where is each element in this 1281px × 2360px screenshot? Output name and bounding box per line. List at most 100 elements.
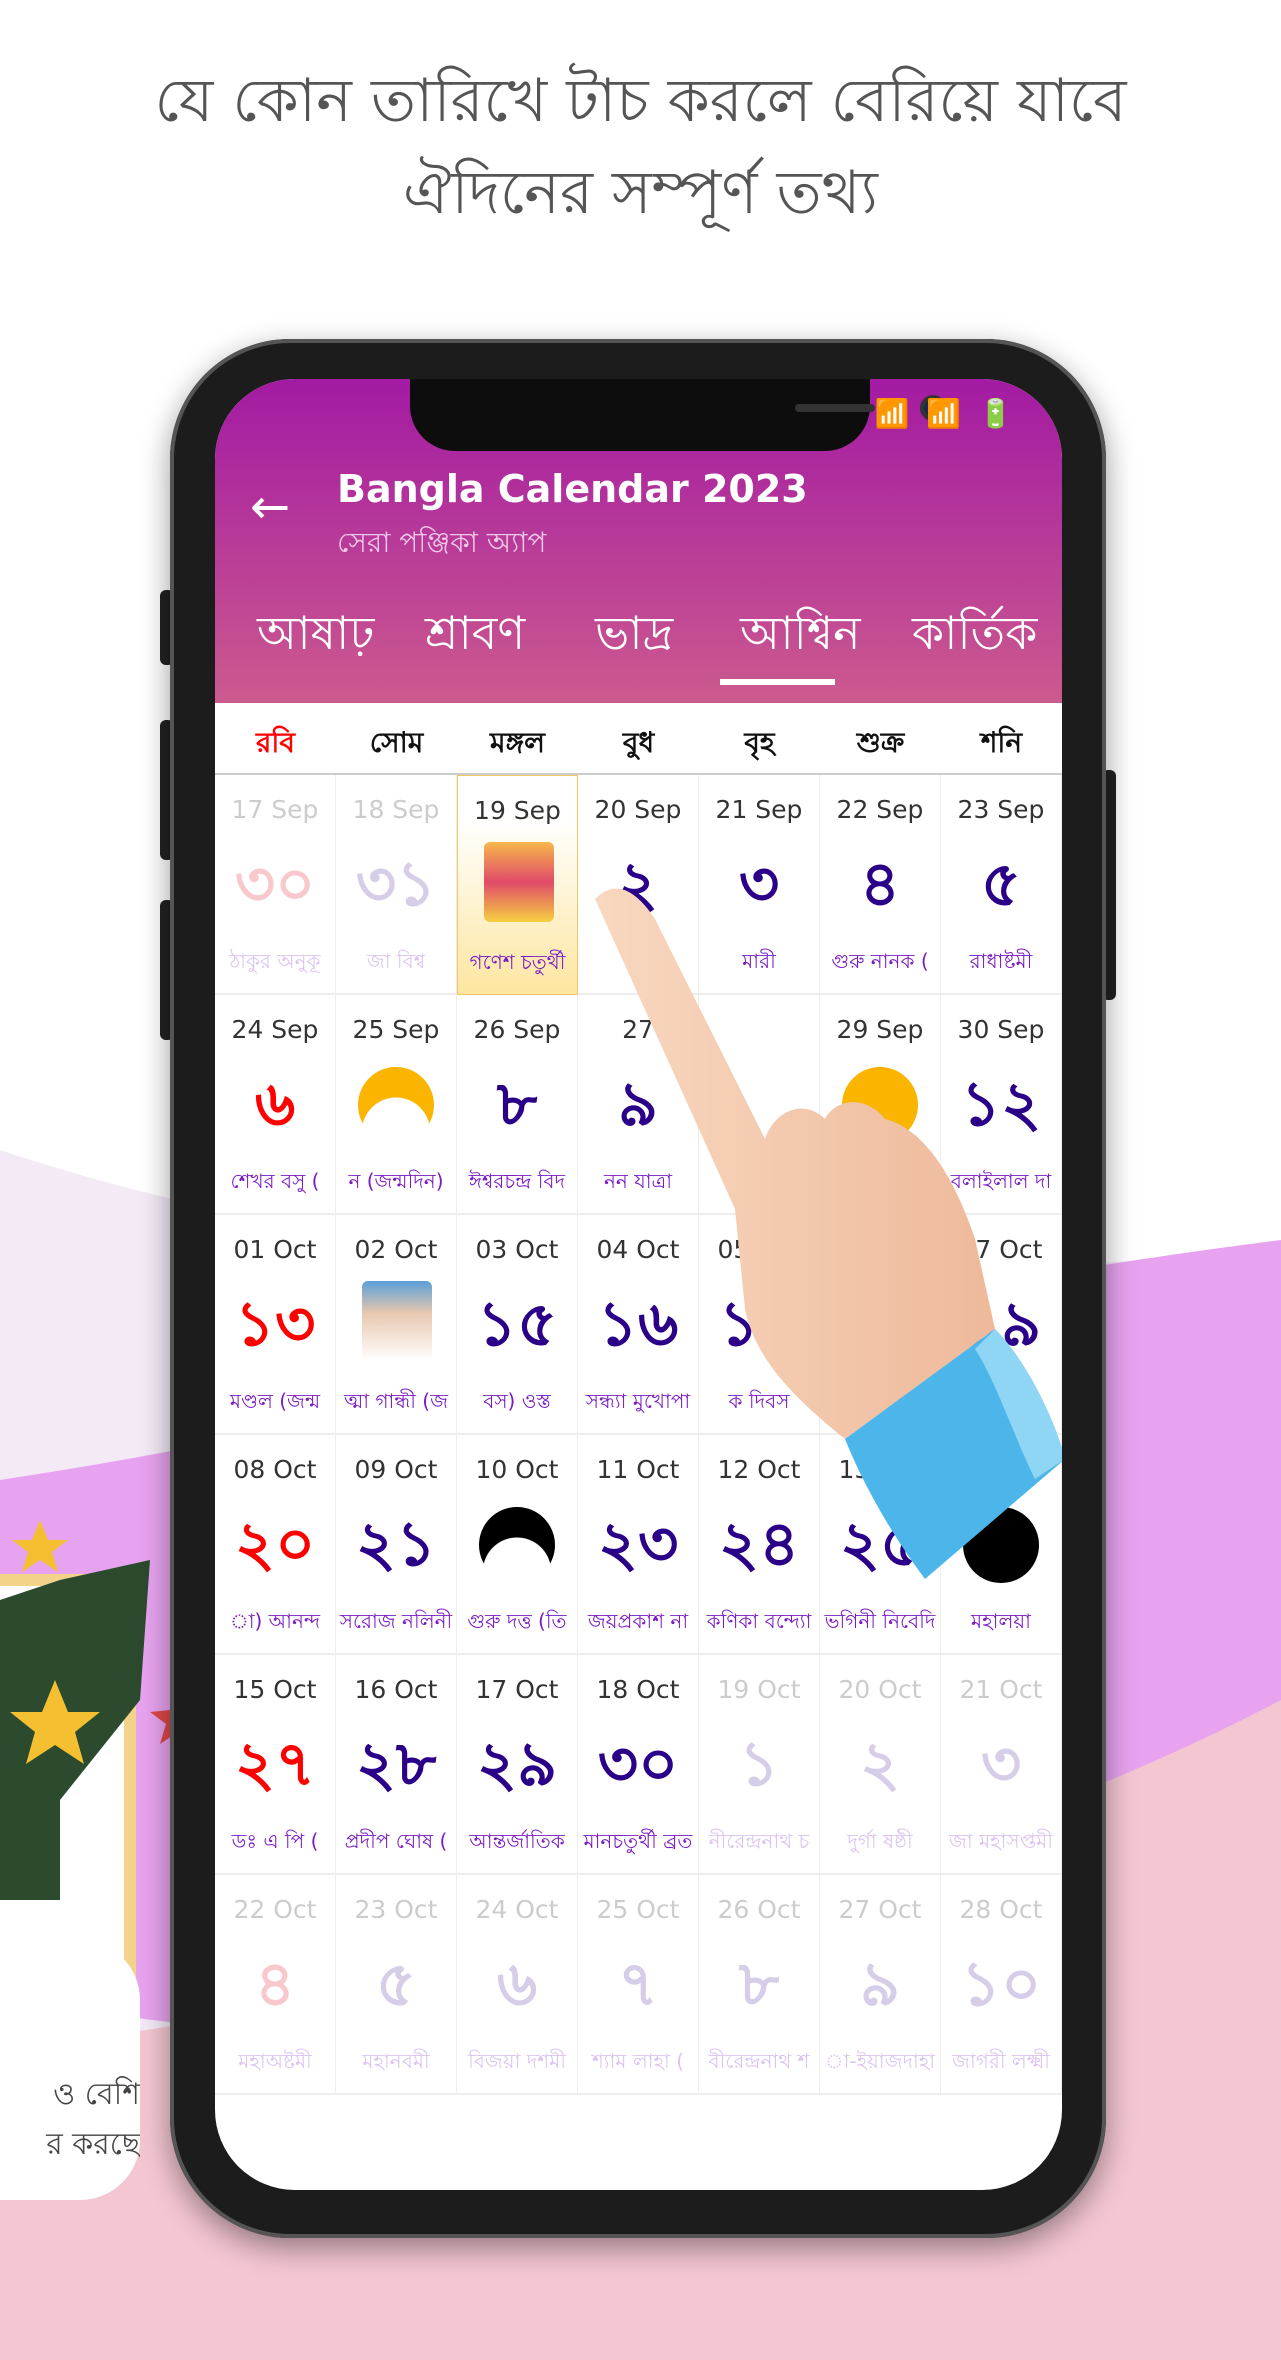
promo-headline: যে কোন তারিখে টাচ করলে বেরিয়ে যাবে ঐদিন… [0, 55, 1281, 239]
calendar-day-cell[interactable]: 23 Oct ৫ মহানবমী [336, 1875, 457, 2095]
gregorian-date: 18 Oct [596, 1675, 680, 1704]
calendar-day-cell[interactable]: 26 Sep ৮ ঈশ্বরচন্দ্র বিদ [457, 995, 578, 1215]
bengali-date: ৩০ [597, 1727, 679, 1800]
bengali-date: ৮ [738, 1947, 780, 2020]
calendar-day-cell[interactable]: 28 Oct ১০ জাগরী লক্ষ্মী [941, 1875, 1062, 2095]
calendar-day-cell[interactable]: 17 Sep ৩০ ঠাকুর অনুকূ [215, 775, 336, 995]
gregorian-date: 29 Sep [836, 1015, 924, 1044]
gregorian-date: 19 Oct [717, 1675, 801, 1704]
tab-ashwin[interactable]: আশ্বিন [740, 599, 861, 675]
calendar-day-cell[interactable]: 11 Oct ২৩ জয়প্রকাশ না [578, 1435, 699, 1655]
tab-kartik[interactable]: কার্তিক [912, 599, 1037, 675]
event-text: বস) ওস্ত [483, 1389, 551, 1413]
gregorian-date: 05 Oct [717, 1235, 801, 1264]
gregorian-date: 19 Sep [474, 796, 561, 825]
promo-card: ও বেশি র করছে [0, 1940, 140, 2200]
bengali-date: ১০ [960, 1947, 1042, 2020]
calendar-day-cell[interactable]: 24 Oct ৬ বিজয়া দশমী [457, 1875, 578, 2095]
gregorian-date: 07 Oct [959, 1235, 1043, 1264]
calendar-day-cell[interactable]: 19 Sep গণেশ চতুর্থী [457, 775, 578, 995]
calendar-day-cell[interactable]: য়গম্বর [699, 995, 820, 1215]
bengali-date: ১৩ [234, 1287, 316, 1360]
calendar-day-cell[interactable]: 25 Sep ন (জন্মদিন) [336, 995, 457, 1215]
tab-asharh[interactable]: আষাঢ় [257, 599, 374, 675]
event-text: মহানবমী [362, 2049, 430, 2073]
event-text: মহালয়া [971, 1609, 1031, 1633]
weekday-label: বুধ [622, 726, 655, 759]
weekday-label: শনি [980, 726, 1023, 759]
event-text: য়গম্বর [735, 1169, 783, 1193]
calendar-day-cell[interactable]: 17 Oct ২৯ আন্তর্জাতিক [457, 1655, 578, 1875]
gregorian-date: 26 Sep [473, 1015, 561, 1044]
crescent-moon-yellow-icon [358, 1067, 434, 1143]
calendar-day-cell[interactable]: 23 Sep ৫ রাধাষ্টমী [941, 775, 1062, 995]
calendar-day-cell[interactable]: 10 Oct গুরু দত্ত (তি [457, 1435, 578, 1655]
bengali-date: ১২ [960, 1067, 1042, 1140]
calendar-day-cell[interactable]: 24 Sep ৬ শেখর বসু ( [215, 995, 336, 1215]
calendar-day-cell[interactable]: 27 Oct ৯া-ইয়াজদাহা [820, 1875, 941, 2095]
calendar-day-cell[interactable]: 12 Oct ২৪ কণিকা বন্দ্যো [699, 1435, 820, 1655]
calendar-day-cell[interactable]: 19 Oct ১ নীরেন্দ্রনাথ চ [699, 1655, 820, 1875]
full-moon-yellow-icon [842, 1067, 918, 1143]
calendar-day-cell[interactable]: 07 Oct ১৯ সব জী [941, 1215, 1062, 1435]
event-text: ক দিবস [728, 1389, 790, 1413]
bengali-date: ৩ [980, 1727, 1022, 1800]
weekday-label: রবি [256, 726, 295, 759]
calendar-day-cell[interactable]: 25 Oct ৭ শ্যাম লাহা ( [578, 1875, 699, 2095]
bengali-date: ২০ [234, 1507, 316, 1580]
event-text: বীরেন্দ্রনাথ শ [708, 2049, 810, 2073]
event-text: রাধাষ্টমী [969, 949, 1033, 973]
calendar-day-cell[interactable]: 03 Oct ১৫ বস) ওস্ত [457, 1215, 578, 1435]
calendar-day-cell[interactable]: 20 Sep ২ [578, 775, 699, 995]
ganesh-image [484, 842, 554, 922]
calendar-day-cell[interactable]: 29 Sep ষ কু [820, 995, 941, 1215]
calendar-day-cell[interactable]: 16 Oct ২৮ প্রদীপ ঘোষ ( [336, 1655, 457, 1875]
gregorian-date: 27 Oct [838, 1895, 922, 1924]
gregorian-date: 06 Oct [838, 1235, 922, 1264]
calendar-day-cell[interactable]: 27 ৯ নন যাত্রা [578, 995, 699, 1215]
event-text: দুর্গা ষষ্ঠী [847, 1829, 913, 1853]
calendar-day-cell[interactable]: 30 Sep ১২ বলাইলাল দা [941, 995, 1062, 1215]
bengali-date: ৭ [617, 1947, 659, 2020]
calendar-day-cell[interactable]: 05 Oct ১৭ ক দিবস [699, 1215, 820, 1435]
calendar-day-cell[interactable]: 06 Oct ১৮ ঘনাদ সাহা ( [820, 1215, 941, 1435]
event-text: বিজয়া দশমী [468, 2049, 566, 2073]
bengali-date: ২৩ [597, 1507, 679, 1580]
calendar-day-cell[interactable]: 20 Oct ২ দুর্গা ষষ্ঠী [820, 1655, 941, 1875]
gregorian-date: 16 Oct [354, 1675, 438, 1704]
bengali-date: ৬ [496, 1947, 538, 2020]
calendar-day-cell[interactable]: 08 Oct ২০া) আনন্দ [215, 1435, 336, 1655]
calendar-day-cell[interactable]: 09 Oct ২১ সরোজ নলিনী [336, 1435, 457, 1655]
calendar-day-cell[interactable]: 18 Sep ৩১ জা বিশ্ব [336, 775, 457, 995]
tab-shrabon[interactable]: শ্রাবণ [425, 599, 525, 675]
gregorian-date: 28 Oct [959, 1895, 1043, 1924]
calendar-day-cell[interactable]: 02 Oct ত্মা গান্ধী (জ [336, 1215, 457, 1435]
calendar-day-cell[interactable]: 22 Oct ৪ মহাঅষ্টমী [215, 1875, 336, 2095]
bengali-date: ৯ [617, 1067, 659, 1140]
event-text: ভগিনী নিবেদি [824, 1609, 936, 1633]
event-text: নন যাত্রা [603, 1169, 673, 1193]
gregorian-date: 13 Oct [838, 1455, 922, 1484]
event-text: মানচতুর্থী ব্রত [583, 1829, 693, 1853]
bengali-date: ২৯ [476, 1727, 558, 1800]
promo-text-2: র করছে [46, 2127, 140, 2162]
event-text: া) আনন্দ [230, 1609, 320, 1633]
calendar-day-cell[interactable]: 26 Oct ৮ বীরেন্দ্রনাথ শ [699, 1875, 820, 2095]
calendar-day-cell[interactable]: 15 Oct ২৭ ডঃ এ পি ( [215, 1655, 336, 1875]
calendar-day-cell[interactable]: 18 Oct ৩০ মানচতুর্থী ব্রত [578, 1655, 699, 1875]
gregorian-date: 10 Oct [475, 1455, 559, 1484]
calendar-day-cell[interactable]: 22 Sep ৪ গুরু নানক ( [820, 775, 941, 995]
calendar-day-cell[interactable]: 21 Sep ৩ মারী [699, 775, 820, 995]
bengali-date: ৩১ [355, 847, 437, 920]
phone-screen: 📶 📶 🔋 ← Bangla Calendar 2023 সেরা পঞ্জিক… [215, 379, 1062, 2190]
calendar-day-cell[interactable]: 01 Oct ১৩ মণ্ডল (জন্ম [215, 1215, 336, 1435]
arrow-left-icon[interactable]: ← [250, 479, 290, 535]
gregorian-date: 25 Oct [596, 1895, 680, 1924]
calendar-day-cell[interactable]: 04 Oct ১৬ সন্ধ্যা মুখোপা [578, 1215, 699, 1435]
weekday-header: রবি সোম মঙ্গল বুধ বৃহ শুক্র শনি [215, 703, 1062, 775]
calendar-day-cell[interactable]: 13 Oct ২৫ ভগিনী নিবেদি [820, 1435, 941, 1655]
tab-bhadro[interactable]: ভাদ্র [595, 599, 673, 675]
calendar-day-cell[interactable]: 21 Oct ৩ জা মহাসপ্তমী [941, 1655, 1062, 1875]
gregorian-date: 02 Oct [354, 1235, 438, 1264]
calendar-day-cell[interactable]: 14 Oct মহালয়া [941, 1435, 1062, 1655]
